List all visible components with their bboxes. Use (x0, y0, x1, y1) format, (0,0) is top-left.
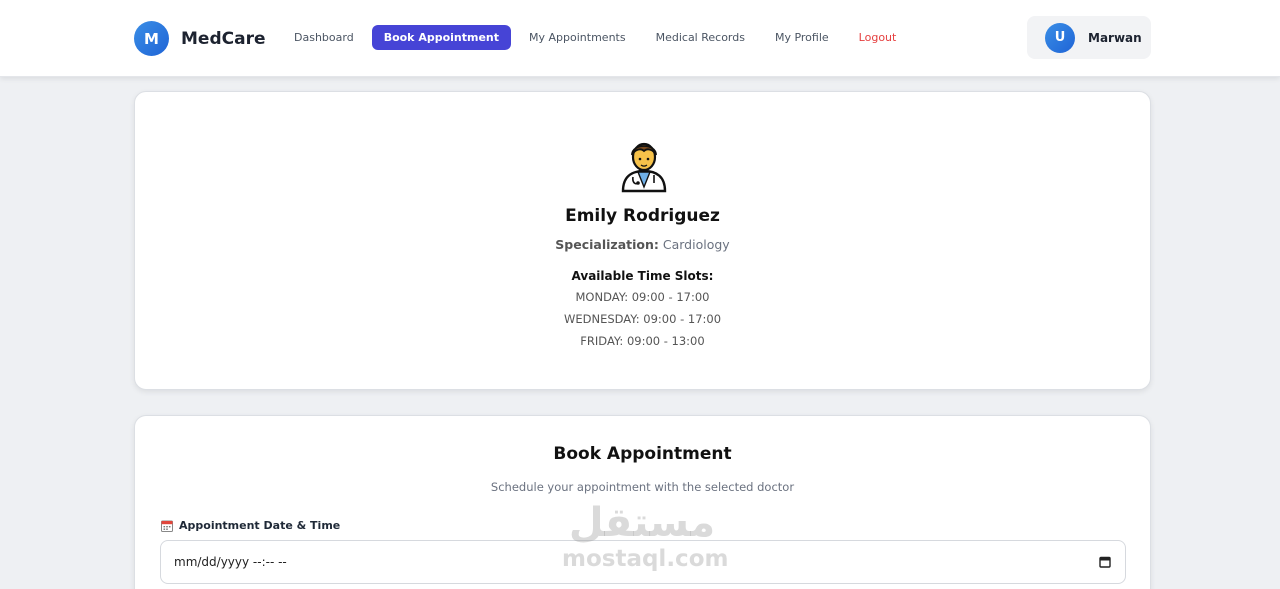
nav-my-profile[interactable]: My Profile (763, 25, 841, 50)
doctor-icon (621, 142, 667, 193)
nav-dashboard[interactable]: Dashboard (282, 25, 366, 50)
user-avatar: U (1045, 22, 1075, 53)
time-slot-wednesday: WEDNESDAY: 09:00 - 17:00 (563, 312, 722, 326)
watermark-arabic: مستقل (568, 500, 716, 546)
time-slot-monday: MONDAY: 09:00 - 17:00 (575, 290, 710, 304)
calendar-picker-icon[interactable] (1099, 556, 1111, 568)
brand-logo: M (134, 21, 169, 56)
brand[interactable]: M MedCare (134, 21, 265, 56)
doctor-specialization: Specialization: Cardiology (135, 237, 1150, 252)
brand-name: MedCare (181, 28, 266, 49)
user-menu[interactable]: U Marwan (1027, 16, 1151, 59)
slots-title: Available Time Slots: (571, 269, 714, 283)
specialization-label: Specialization: (555, 237, 659, 252)
doctor-name: Emily Rodriguez (565, 206, 720, 226)
booking-title: Book Appointment (553, 444, 732, 464)
booking-subtitle: Schedule your appointment with the selec… (490, 480, 795, 494)
date-label-text: Appointment Date & Time (179, 519, 341, 532)
nav-logout[interactable]: Logout (847, 25, 909, 50)
date-field-label: Appointment Date & Time (161, 519, 340, 532)
user-name: Marwan (1088, 30, 1142, 45)
calendar-icon (161, 520, 173, 532)
top-navbar: M MedCare Dashboard Book Appointment My … (0, 0, 1280, 77)
watermark: مستقل mostaql.com (562, 500, 729, 572)
nav-medical-records[interactable]: Medical Records (644, 25, 757, 50)
watermark-latin: mostaql.com (562, 546, 729, 572)
datetime-placeholder: mm/dd/yyyy --:-- -- (174, 555, 287, 569)
time-slot-friday: FRIDAY: 09:00 - 13:00 (580, 334, 705, 348)
nav-my-appointments[interactable]: My Appointments (517, 25, 638, 50)
doctor-card: Emily Rodriguez Specialization: Cardiolo… (134, 91, 1151, 390)
nav-book-appointment[interactable]: Book Appointment (371, 25, 512, 50)
specialization-value: Cardiology (662, 237, 730, 252)
nav-links: Dashboard Book Appointment My Appointmen… (282, 25, 914, 50)
